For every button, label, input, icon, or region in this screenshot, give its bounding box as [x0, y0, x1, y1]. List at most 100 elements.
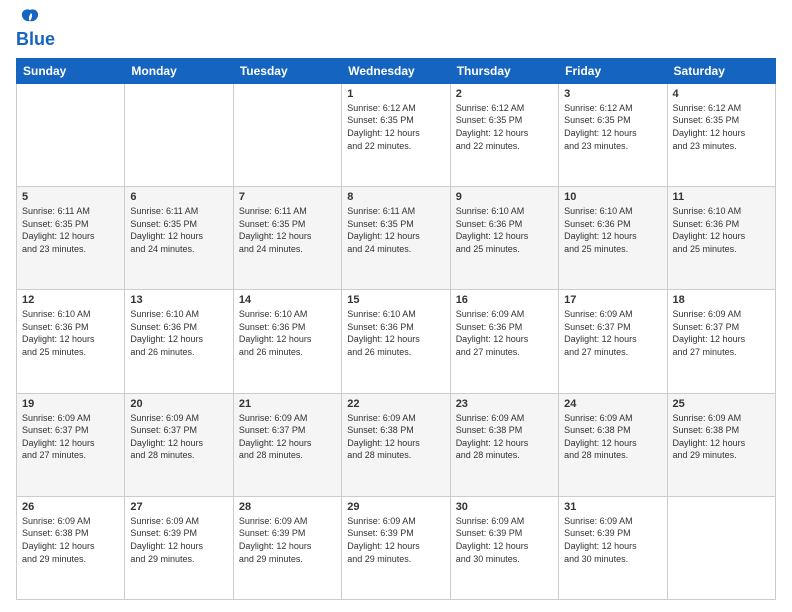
day-number: 3 [564, 88, 661, 100]
calendar-cell [17, 83, 125, 186]
day-info: Sunrise: 6:10 AM Sunset: 6:36 PM Dayligh… [673, 205, 770, 255]
day-info: Sunrise: 6:10 AM Sunset: 6:36 PM Dayligh… [347, 308, 444, 358]
day-info: Sunrise: 6:09 AM Sunset: 6:38 PM Dayligh… [347, 412, 444, 462]
calendar-cell: 22 Sunrise: 6:09 AM Sunset: 6:38 PM Dayli… [342, 393, 450, 496]
day-info: Sunrise: 6:09 AM Sunset: 6:37 PM Dayligh… [130, 412, 227, 462]
calendar-cell: 3 Sunrise: 6:12 AM Sunset: 6:35 PM Daylig… [559, 83, 667, 186]
calendar-cell: 2 Sunrise: 6:12 AM Sunset: 6:35 PM Daylig… [450, 83, 558, 186]
calendar-cell: 11 Sunrise: 6:10 AM Sunset: 6:36 PM Dayli… [667, 187, 775, 290]
day-number: 21 [239, 398, 336, 410]
day-number: 11 [673, 191, 770, 203]
calendar-cell: 26 Sunrise: 6:09 AM Sunset: 6:38 PM Dayli… [17, 496, 125, 599]
day-number: 8 [347, 191, 444, 203]
day-info: Sunrise: 6:11 AM Sunset: 6:35 PM Dayligh… [239, 205, 336, 255]
logo-blue-text: Blue [16, 29, 55, 49]
header: Blue [16, 12, 776, 50]
calendar-cell: 25 Sunrise: 6:09 AM Sunset: 6:38 PM Dayli… [667, 393, 775, 496]
day-number: 4 [673, 88, 770, 100]
day-number: 18 [673, 294, 770, 306]
calendar-cell: 5Sunrise: 6:11 AM Sunset: 6:35 PM Daylig… [17, 187, 125, 290]
calendar-cell [667, 496, 775, 599]
day-number: 10 [564, 191, 661, 203]
calendar-cell: 23Sunrise: 6:09 AM Sunset: 6:38 PM Dayli… [450, 393, 558, 496]
calendar-cell: 9 Sunrise: 6:10 AM Sunset: 6:36 PM Daylig… [450, 187, 558, 290]
col-wednesday: Wednesday [342, 58, 450, 83]
calendar-cell [233, 83, 341, 186]
calendar-cell: 24 Sunrise: 6:09 AM Sunset: 6:38 PM Dayli… [559, 393, 667, 496]
day-number: 22 [347, 398, 444, 410]
calendar-cell: 31 Sunrise: 6:09 AM Sunset: 6:39 PM Dayli… [559, 496, 667, 599]
col-thursday: Thursday [450, 58, 558, 83]
day-info: Sunrise: 6:11 AM Sunset: 6:35 PM Dayligh… [130, 205, 227, 255]
calendar-cell: 15 Sunrise: 6:10 AM Sunset: 6:36 PM Dayli… [342, 290, 450, 393]
day-number: 6 [130, 191, 227, 203]
day-info: Sunrise: 6:09 AM Sunset: 6:39 PM Dayligh… [239, 515, 336, 565]
day-number: 13 [130, 294, 227, 306]
calendar-week-row: 5 Sunrise: 6:11 AM Sunset: 6:35 PM Daylig… [17, 187, 776, 290]
day-info: Sunrise: 6:10 AM Sunset: 6:36 PM Dayligh… [456, 205, 553, 255]
day-number: 31 [564, 501, 661, 513]
day-number: 5 [22, 191, 119, 203]
day-number: 9 [456, 191, 553, 203]
day-info: Sunrise: 6:09 AM Sunset: 6:37 PM Dayligh… [22, 412, 119, 462]
day-number: 25 [673, 398, 770, 410]
calendar-cell: 17Sunrise: 6:09 AM Sunset: 6:37 PM Dayli… [559, 290, 667, 393]
calendar-week-row: 26 Sunrise: 6:09 AM Sunset: 6:38 PM Dayli… [17, 496, 776, 599]
day-info: Sunrise: 6:11 AM Sunset: 6:35 PM Dayligh… [347, 205, 444, 255]
calendar-cell [125, 83, 233, 186]
calendar-cell: 28 Sunrise: 6:09 AM Sunset: 6:39 PM Dayli… [233, 496, 341, 599]
logo-bird-icon [20, 8, 40, 30]
day-number: 26 [22, 501, 119, 513]
day-number: 15 [347, 294, 444, 306]
day-info: Sunrise: 6:10 AM Sunset: 6:36 PM Dayligh… [239, 308, 336, 358]
day-info: Sunrise: 6:09 AM Sunset: 6:39 PM Dayligh… [130, 515, 227, 565]
day-number: 2 [456, 88, 553, 100]
day-info: Sunrise: 6:09 AM Sunset: 6:38 PM Dayligh… [22, 515, 119, 565]
calendar-cell: 21 Sunrise: 6:09 AM Sunset: 6:37 PM Dayli… [233, 393, 341, 496]
day-number: 19 [22, 398, 119, 410]
calendar-week-row: 12 Sunrise: 6:10 AM Sunset: 6:36 PM Dayli… [17, 290, 776, 393]
day-info: Sunrise: 6:12 AM Sunset: 6:35 PM Dayligh… [564, 102, 661, 152]
calendar-cell: 18 Sunrise: 6:09 AM Sunset: 6:37 PM Dayli… [667, 290, 775, 393]
day-info: Sunrise: 6:09 AM Sunset: 6:38 PM Dayligh… [564, 412, 661, 462]
day-info: Sunrise: 6:09 AM Sunset: 6:37 PM Dayligh… [673, 308, 770, 358]
day-info: Sunrise: 6:12 AM Sunset: 6:35 PM Dayligh… [347, 102, 444, 152]
calendar-cell: 13 Sunrise: 6:10 AM Sunset: 6:36 PM Dayli… [125, 290, 233, 393]
day-info: Sunrise: 6:09 AM Sunset: 6:37 PM Dayligh… [239, 412, 336, 462]
day-info: Sunrise: 6:12 AM Sunset: 6:35 PM Dayligh… [456, 102, 553, 152]
calendar-cell: 27 Sunrise: 6:09 AM Sunset: 6:39 PM Dayli… [125, 496, 233, 599]
col-tuesday: Tuesday [233, 58, 341, 83]
calendar-cell: 12 Sunrise: 6:10 AM Sunset: 6:36 PM Dayli… [17, 290, 125, 393]
calendar-table: Sunday Monday Tuesday Wednesday Thursday… [16, 58, 776, 600]
day-info: Sunrise: 6:09 AM Sunset: 6:38 PM Dayligh… [673, 412, 770, 462]
day-number: 12 [22, 294, 119, 306]
calendar-cell: 10 Sunrise: 6:10 AM Sunset: 6:36 PM Dayli… [559, 187, 667, 290]
day-number: 30 [456, 501, 553, 513]
col-sunday: Sunday [17, 58, 125, 83]
calendar-cell: 8 Sunrise: 6:11 AM Sunset: 6:35 PM Daylig… [342, 187, 450, 290]
col-friday: Friday [559, 58, 667, 83]
day-number: 27 [130, 501, 227, 513]
calendar-cell: 7 Sunrise: 6:11 AM Sunset: 6:35 PM Daylig… [233, 187, 341, 290]
calendar-cell: 19 Sunrise: 6:09 AM Sunset: 6:37 PM Dayli… [17, 393, 125, 496]
day-number: 24 [564, 398, 661, 410]
day-info: Sunrise: 6:09 AM Sunset: 6:36 PM Dayligh… [456, 308, 553, 358]
col-monday: Monday [125, 58, 233, 83]
day-info: Sunrise: 6:10 AM Sunset: 6:36 PM Dayligh… [22, 308, 119, 358]
day-number: 16 [456, 294, 553, 306]
day-number: 29 [347, 501, 444, 513]
day-number: 7 [239, 191, 336, 203]
logo: Blue [16, 12, 55, 50]
calendar-cell: 29 Sunrise: 6:09 AM Sunset: 6:39 PM Dayli… [342, 496, 450, 599]
day-info: Sunrise: 6:09 AM Sunset: 6:39 PM Dayligh… [564, 515, 661, 565]
day-info: Sunrise: 6:10 AM Sunset: 6:36 PM Dayligh… [130, 308, 227, 358]
calendar-cell: 30Sunrise: 6:09 AM Sunset: 6:39 PM Dayli… [450, 496, 558, 599]
day-number: 1 [347, 88, 444, 100]
calendar-cell: 1 Sunrise: 6:12 AM Sunset: 6:35 PM Daylig… [342, 83, 450, 186]
day-info: Sunrise: 6:10 AM Sunset: 6:36 PM Dayligh… [564, 205, 661, 255]
day-number: 28 [239, 501, 336, 513]
day-info: Sunrise: 6:09 AM Sunset: 6:39 PM Dayligh… [347, 515, 444, 565]
page: Blue Sunday Monday Tuesday Wednesday Thu… [0, 0, 792, 612]
calendar-cell: 14Sunrise: 6:10 AM Sunset: 6:36 PM Dayli… [233, 290, 341, 393]
day-number: 20 [130, 398, 227, 410]
